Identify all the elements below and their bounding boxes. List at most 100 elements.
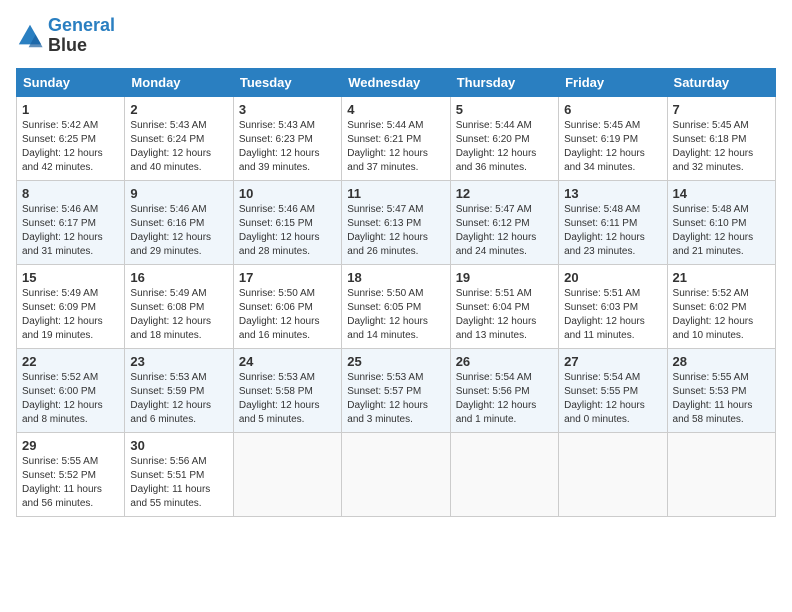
calendar-cell: 22 Sunrise: 5:52 AM Sunset: 6:00 PM Dayl…: [17, 348, 125, 432]
day-info: Sunrise: 5:42 AM Sunset: 6:25 PM Dayligh…: [22, 119, 119, 175]
calendar-cell: [450, 432, 558, 516]
calendar-cell: 30 Sunrise: 5:56 AM Sunset: 5:51 PM Dayl…: [125, 432, 233, 516]
day-info: Sunrise: 5:55 AM Sunset: 5:53 PM Dayligh…: [673, 371, 770, 427]
day-info: Sunrise: 5:51 AM Sunset: 6:03 PM Dayligh…: [564, 287, 661, 343]
logo-icon: [16, 22, 44, 50]
day-info: Sunrise: 5:53 AM Sunset: 5:59 PM Dayligh…: [130, 371, 227, 427]
calendar-cell: 4 Sunrise: 5:44 AM Sunset: 6:21 PM Dayli…: [342, 96, 450, 180]
day-info: Sunrise: 5:53 AM Sunset: 5:58 PM Dayligh…: [239, 371, 336, 427]
day-info: Sunrise: 5:50 AM Sunset: 6:06 PM Dayligh…: [239, 287, 336, 343]
day-number: 15: [22, 270, 119, 285]
day-info: Sunrise: 5:48 AM Sunset: 6:11 PM Dayligh…: [564, 203, 661, 259]
calendar-cell: 10 Sunrise: 5:46 AM Sunset: 6:15 PM Dayl…: [233, 180, 341, 264]
calendar-week-row: 15 Sunrise: 5:49 AM Sunset: 6:09 PM Dayl…: [17, 264, 776, 348]
calendar-cell: 5 Sunrise: 5:44 AM Sunset: 6:20 PM Dayli…: [450, 96, 558, 180]
day-number: 22: [22, 354, 119, 369]
calendar-cell: 23 Sunrise: 5:53 AM Sunset: 5:59 PM Dayl…: [125, 348, 233, 432]
calendar-header-row: SundayMondayTuesdayWednesdayThursdayFrid…: [17, 68, 776, 96]
day-number: 24: [239, 354, 336, 369]
day-info: Sunrise: 5:44 AM Sunset: 6:20 PM Dayligh…: [456, 119, 553, 175]
day-info: Sunrise: 5:49 AM Sunset: 6:09 PM Dayligh…: [22, 287, 119, 343]
day-info: Sunrise: 5:45 AM Sunset: 6:18 PM Dayligh…: [673, 119, 770, 175]
calendar-cell: 7 Sunrise: 5:45 AM Sunset: 6:18 PM Dayli…: [667, 96, 775, 180]
day-info: Sunrise: 5:55 AM Sunset: 5:52 PM Dayligh…: [22, 455, 119, 511]
day-number: 25: [347, 354, 444, 369]
logo-text: GeneralBlue: [48, 16, 115, 56]
calendar-body: 1 Sunrise: 5:42 AM Sunset: 6:25 PM Dayli…: [17, 96, 776, 516]
col-header-sunday: Sunday: [17, 68, 125, 96]
day-number: 13: [564, 186, 661, 201]
calendar-week-row: 1 Sunrise: 5:42 AM Sunset: 6:25 PM Dayli…: [17, 96, 776, 180]
day-number: 17: [239, 270, 336, 285]
calendar-cell: 16 Sunrise: 5:49 AM Sunset: 6:08 PM Dayl…: [125, 264, 233, 348]
day-info: Sunrise: 5:46 AM Sunset: 6:15 PM Dayligh…: [239, 203, 336, 259]
day-info: Sunrise: 5:52 AM Sunset: 6:00 PM Dayligh…: [22, 371, 119, 427]
calendar-cell: 12 Sunrise: 5:47 AM Sunset: 6:12 PM Dayl…: [450, 180, 558, 264]
day-number: 28: [673, 354, 770, 369]
calendar-week-row: 22 Sunrise: 5:52 AM Sunset: 6:00 PM Dayl…: [17, 348, 776, 432]
day-number: 3: [239, 102, 336, 117]
calendar-cell: 13 Sunrise: 5:48 AM Sunset: 6:11 PM Dayl…: [559, 180, 667, 264]
calendar-cell: 28 Sunrise: 5:55 AM Sunset: 5:53 PM Dayl…: [667, 348, 775, 432]
calendar-cell: 3 Sunrise: 5:43 AM Sunset: 6:23 PM Dayli…: [233, 96, 341, 180]
day-number: 6: [564, 102, 661, 117]
day-info: Sunrise: 5:46 AM Sunset: 6:16 PM Dayligh…: [130, 203, 227, 259]
day-info: Sunrise: 5:51 AM Sunset: 6:04 PM Dayligh…: [456, 287, 553, 343]
day-number: 27: [564, 354, 661, 369]
calendar-cell: 6 Sunrise: 5:45 AM Sunset: 6:19 PM Dayli…: [559, 96, 667, 180]
calendar-cell: 25 Sunrise: 5:53 AM Sunset: 5:57 PM Dayl…: [342, 348, 450, 432]
col-header-friday: Friday: [559, 68, 667, 96]
col-header-wednesday: Wednesday: [342, 68, 450, 96]
calendar-cell: [233, 432, 341, 516]
day-number: 30: [130, 438, 227, 453]
day-info: Sunrise: 5:43 AM Sunset: 6:24 PM Dayligh…: [130, 119, 227, 175]
day-number: 10: [239, 186, 336, 201]
day-number: 18: [347, 270, 444, 285]
day-number: 29: [22, 438, 119, 453]
day-info: Sunrise: 5:46 AM Sunset: 6:17 PM Dayligh…: [22, 203, 119, 259]
day-number: 7: [673, 102, 770, 117]
col-header-tuesday: Tuesday: [233, 68, 341, 96]
day-info: Sunrise: 5:48 AM Sunset: 6:10 PM Dayligh…: [673, 203, 770, 259]
day-info: Sunrise: 5:43 AM Sunset: 6:23 PM Dayligh…: [239, 119, 336, 175]
calendar-cell: 15 Sunrise: 5:49 AM Sunset: 6:09 PM Dayl…: [17, 264, 125, 348]
calendar-cell: 9 Sunrise: 5:46 AM Sunset: 6:16 PM Dayli…: [125, 180, 233, 264]
day-info: Sunrise: 5:47 AM Sunset: 6:13 PM Dayligh…: [347, 203, 444, 259]
calendar-cell: 19 Sunrise: 5:51 AM Sunset: 6:04 PM Dayl…: [450, 264, 558, 348]
calendar-cell: 17 Sunrise: 5:50 AM Sunset: 6:06 PM Dayl…: [233, 264, 341, 348]
day-number: 16: [130, 270, 227, 285]
day-info: Sunrise: 5:44 AM Sunset: 6:21 PM Dayligh…: [347, 119, 444, 175]
day-number: 12: [456, 186, 553, 201]
day-number: 5: [456, 102, 553, 117]
day-info: Sunrise: 5:52 AM Sunset: 6:02 PM Dayligh…: [673, 287, 770, 343]
day-number: 14: [673, 186, 770, 201]
day-info: Sunrise: 5:54 AM Sunset: 5:55 PM Dayligh…: [564, 371, 661, 427]
day-number: 2: [130, 102, 227, 117]
day-info: Sunrise: 5:53 AM Sunset: 5:57 PM Dayligh…: [347, 371, 444, 427]
day-number: 19: [456, 270, 553, 285]
calendar-cell: 24 Sunrise: 5:53 AM Sunset: 5:58 PM Dayl…: [233, 348, 341, 432]
day-info: Sunrise: 5:49 AM Sunset: 6:08 PM Dayligh…: [130, 287, 227, 343]
calendar-week-row: 29 Sunrise: 5:55 AM Sunset: 5:52 PM Dayl…: [17, 432, 776, 516]
col-header-monday: Monday: [125, 68, 233, 96]
calendar-table: SundayMondayTuesdayWednesdayThursdayFrid…: [16, 68, 776, 517]
calendar-cell: 18 Sunrise: 5:50 AM Sunset: 6:05 PM Dayl…: [342, 264, 450, 348]
calendar-cell: [667, 432, 775, 516]
calendar-cell: 8 Sunrise: 5:46 AM Sunset: 6:17 PM Dayli…: [17, 180, 125, 264]
day-number: 4: [347, 102, 444, 117]
day-info: Sunrise: 5:56 AM Sunset: 5:51 PM Dayligh…: [130, 455, 227, 511]
day-number: 11: [347, 186, 444, 201]
day-info: Sunrise: 5:54 AM Sunset: 5:56 PM Dayligh…: [456, 371, 553, 427]
day-number: 9: [130, 186, 227, 201]
calendar-week-row: 8 Sunrise: 5:46 AM Sunset: 6:17 PM Dayli…: [17, 180, 776, 264]
day-info: Sunrise: 5:50 AM Sunset: 6:05 PM Dayligh…: [347, 287, 444, 343]
calendar-cell: 11 Sunrise: 5:47 AM Sunset: 6:13 PM Dayl…: [342, 180, 450, 264]
calendar-cell: 21 Sunrise: 5:52 AM Sunset: 6:02 PM Dayl…: [667, 264, 775, 348]
calendar-cell: 14 Sunrise: 5:48 AM Sunset: 6:10 PM Dayl…: [667, 180, 775, 264]
day-info: Sunrise: 5:45 AM Sunset: 6:19 PM Dayligh…: [564, 119, 661, 175]
col-header-thursday: Thursday: [450, 68, 558, 96]
calendar-cell: 27 Sunrise: 5:54 AM Sunset: 5:55 PM Dayl…: [559, 348, 667, 432]
calendar-cell: [559, 432, 667, 516]
calendar-cell: 1 Sunrise: 5:42 AM Sunset: 6:25 PM Dayli…: [17, 96, 125, 180]
day-info: Sunrise: 5:47 AM Sunset: 6:12 PM Dayligh…: [456, 203, 553, 259]
